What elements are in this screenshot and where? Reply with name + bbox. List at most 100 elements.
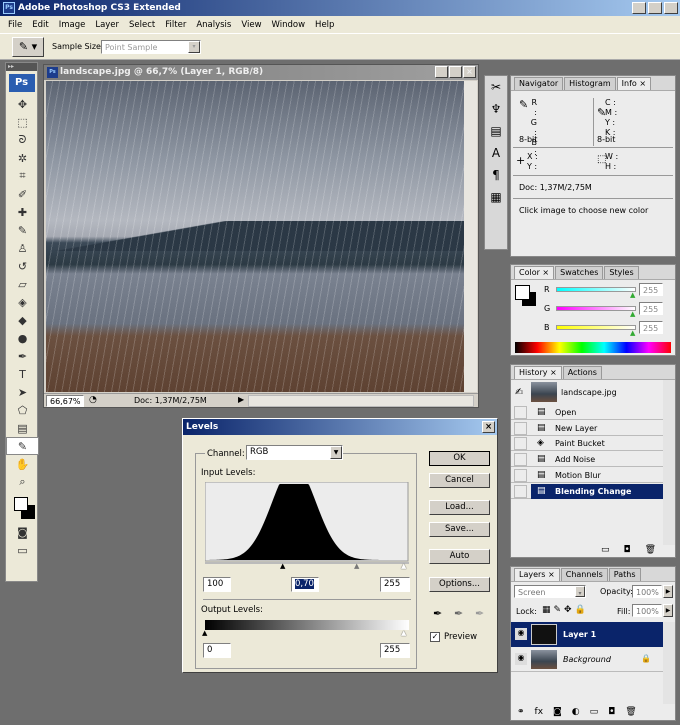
sample-size-select[interactable]: Point Sample ▾ — [101, 40, 201, 54]
menu-edit[interactable]: Edit — [27, 20, 53, 30]
clone-source-icon[interactable]: ▤ — [485, 120, 507, 142]
status-menu-icon[interactable]: ◔ — [89, 395, 97, 405]
input-black-field[interactable]: 100 — [203, 577, 231, 592]
menu-analysis[interactable]: Analysis — [191, 20, 236, 30]
opacity-slider-button[interactable]: ▶ — [663, 585, 673, 598]
tab-histogram[interactable]: Histogram — [564, 77, 616, 90]
snapshot-brush-icon[interactable]: ✍ — [515, 387, 523, 398]
color-g-value[interactable]: 255 — [639, 302, 663, 315]
black-point-slider[interactable]: ▲ — [280, 562, 285, 570]
output-white-slider[interactable]: ▲ — [401, 629, 406, 637]
brushes-icon[interactable]: ♆ — [485, 98, 507, 120]
history-item[interactable]: ▤ Motion Blur — [511, 468, 663, 483]
preview-checkbox[interactable]: ✓ — [430, 632, 440, 642]
new-layer-icon[interactable]: ◘ — [608, 707, 615, 717]
maximize-button[interactable] — [648, 2, 662, 14]
status-arrow-icon[interactable]: ▶ — [238, 395, 244, 404]
tab-color[interactable]: Color × — [514, 266, 555, 279]
horizontal-scrollbar[interactable] — [248, 395, 474, 407]
slice-icon[interactable]: ✐ — [6, 185, 39, 203]
magic-wand-icon[interactable]: ✲ — [6, 149, 39, 167]
marquee-icon[interactable]: ⬚ — [6, 113, 39, 131]
snapshot-name[interactable]: landscape.jpg — [561, 388, 617, 397]
delete-icon[interactable]: 🗑 — [645, 545, 656, 555]
adjustment-layer-icon[interactable]: ◐ — [572, 707, 580, 717]
menu-select[interactable]: Select — [124, 20, 160, 30]
tab-layers[interactable]: Layers × — [514, 568, 560, 581]
history-item[interactable]: ▤ Add Noise — [511, 452, 663, 468]
menu-view[interactable]: View — [236, 20, 266, 30]
doc-close-button[interactable]: × — [463, 66, 476, 78]
color-b-slider[interactable] — [556, 325, 636, 330]
white-eyedropper-icon[interactable]: ✒ — [475, 607, 484, 620]
load-button[interactable]: Load... — [429, 500, 490, 515]
brush-icon[interactable]: ✎ — [6, 221, 39, 239]
output-black-slider[interactable]: ▲ — [202, 629, 207, 637]
output-black-field[interactable]: 0 — [203, 643, 231, 658]
clone-stamp-icon[interactable]: ♙ — [6, 239, 39, 257]
dodge-icon[interactable]: ● — [6, 329, 39, 347]
save-button[interactable]: Save... — [429, 522, 490, 537]
color-swatches[interactable] — [10, 497, 37, 523]
hand-icon[interactable]: ✋ — [6, 455, 39, 473]
layer-row-layer-1[interactable]: ◉ Layer 1 — [511, 622, 663, 647]
layer-row-background[interactable]: ◉ Background 🔒 — [511, 647, 663, 672]
gray-eyedropper-icon[interactable]: ✒ — [454, 607, 463, 620]
layer-mask-icon[interactable]: ◙ — [553, 707, 562, 717]
options-button[interactable]: Options... — [429, 577, 490, 592]
lasso-icon[interactable]: ᘐ — [6, 131, 39, 149]
gamma-slider[interactable]: ▲ — [354, 562, 359, 570]
channel-select[interactable]: RGB ▼ — [246, 445, 343, 460]
character-icon[interactable]: A — [485, 142, 507, 164]
fill-slider-button[interactable]: ▶ — [663, 604, 673, 617]
history-scrollbar[interactable] — [663, 380, 675, 545]
levels-close-button[interactable]: × — [482, 421, 495, 433]
type-icon[interactable]: T — [6, 365, 39, 383]
canvas-image[interactable] — [46, 81, 464, 392]
menu-file[interactable]: File — [3, 20, 27, 30]
blend-mode-select[interactable]: Screen ▾ — [514, 585, 586, 598]
zoom-level-field[interactable]: 66,67% — [46, 395, 84, 407]
input-white-field[interactable]: 255 — [380, 577, 410, 592]
menu-help[interactable]: Help — [310, 20, 339, 30]
visibility-eye-icon[interactable]: ◉ — [515, 653, 527, 665]
new-group-icon[interactable]: ▭ — [590, 707, 599, 717]
crop-icon[interactable]: ⌗ — [6, 167, 39, 185]
notes-icon[interactable]: ▤ — [6, 419, 39, 437]
blur-icon[interactable]: ◆ — [6, 311, 39, 329]
tab-history[interactable]: History × — [514, 366, 562, 379]
input-gamma-field[interactable]: 0,70 — [295, 579, 314, 589]
menu-layer[interactable]: Layer — [90, 20, 124, 30]
color-r-slider[interactable] — [556, 287, 636, 292]
color-r-value[interactable]: 255 — [639, 283, 663, 296]
color-b-value[interactable]: 255 — [639, 321, 663, 334]
healing-brush-icon[interactable]: ✚ — [6, 203, 39, 221]
menu-filter[interactable]: Filter — [160, 20, 191, 30]
menu-window[interactable]: Window — [267, 20, 311, 30]
close-button[interactable] — [664, 2, 678, 14]
history-item[interactable]: ▤ Open — [511, 405, 663, 420]
vertical-scrollbar[interactable] — [464, 81, 477, 392]
history-brush-icon[interactable]: ↺ — [6, 257, 39, 275]
lock-icons[interactable]: ▦✎✥🔒 — [542, 605, 589, 615]
new-document-icon[interactable]: ▭ — [601, 545, 610, 555]
ok-button[interactable]: OK — [429, 451, 490, 466]
doc-maximize-button[interactable] — [449, 66, 462, 78]
layer-comps-icon[interactable]: ▦ — [485, 186, 507, 208]
tab-channels[interactable]: Channels — [560, 568, 608, 581]
layers-scrollbar[interactable] — [663, 622, 675, 704]
history-item[interactable]: ◈ Paint Bucket — [511, 436, 663, 452]
black-eyedropper-icon[interactable]: ✒ — [433, 607, 442, 620]
opacity-field[interactable]: 100% — [632, 585, 662, 598]
zoom-icon[interactable]: ⌕ — [6, 473, 39, 491]
quick-mask-icon[interactable]: ◙ — [6, 523, 39, 541]
link-layers-icon[interactable]: ⚭ — [517, 707, 525, 717]
tab-paths[interactable]: Paths — [608, 568, 641, 581]
layer-style-icon[interactable]: fx — [535, 707, 544, 717]
path-selection-icon[interactable]: ➤ — [6, 383, 39, 401]
output-white-field[interactable]: 255 — [380, 643, 410, 658]
eyedropper-icon[interactable]: ✎ — [6, 437, 39, 455]
history-item[interactable]: ▤ Blending Change — [511, 483, 663, 499]
slider-handle[interactable]: ▲ — [630, 291, 635, 299]
history-item[interactable]: ▤ New Layer — [511, 421, 663, 436]
